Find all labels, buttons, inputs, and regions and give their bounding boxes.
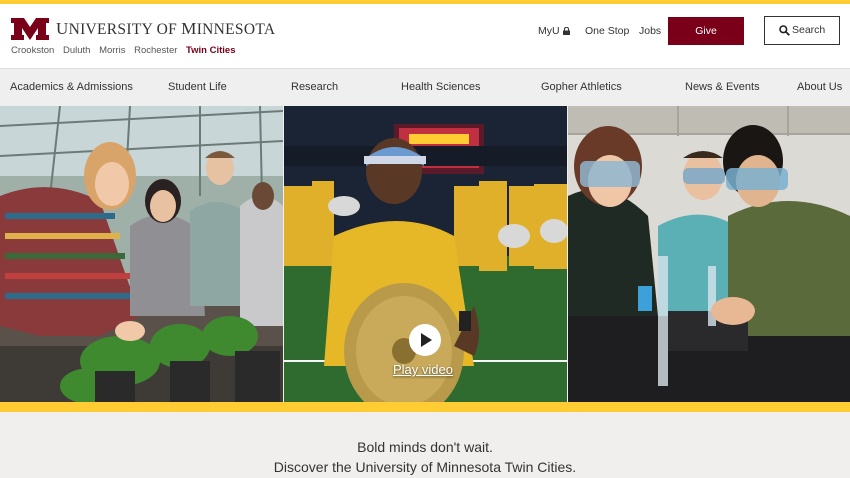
nav-news-events[interactable]: News & Events: [685, 81, 760, 93]
one-stop-link[interactable]: One Stop: [585, 25, 629, 37]
nav-gopher-athletics[interactable]: Gopher Athletics: [541, 81, 622, 93]
block-m-logo[interactable]: [11, 18, 49, 40]
wordmark-initial-u: U: [56, 19, 69, 38]
tagline-line-2: Discover the University of Minnesota Twi…: [273, 459, 577, 475]
myu-link[interactable]: MyU: [538, 25, 570, 37]
myu-label: MyU: [538, 25, 560, 37]
nav-health-sciences[interactable]: Health Sciences: [401, 81, 481, 93]
campus-link-twin-cities[interactable]: Twin Cities: [186, 45, 235, 56]
give-button[interactable]: Give: [668, 17, 744, 45]
campus-link-rochester[interactable]: Rochester: [134, 45, 177, 56]
university-wordmark[interactable]: UNIVERSITY OF MINNESOTA: [56, 19, 275, 39]
search-label: Search: [792, 24, 826, 36]
nav-student-life[interactable]: Student Life: [168, 81, 227, 93]
gold-accent-bar-bottom: [0, 402, 850, 412]
campus-link-crookston[interactable]: Crookston: [11, 45, 54, 56]
wordmark-initial-m: M: [181, 19, 197, 38]
site-header: UNIVERSITY OF MINNESOTA Crookston Duluth…: [0, 4, 850, 68]
campus-link-morris[interactable]: Morris: [99, 45, 125, 56]
campus-link-duluth[interactable]: Duluth: [63, 45, 90, 56]
tagline-line-1: Bold minds don't wait.: [357, 439, 493, 455]
wordmark-part-2: INNESOTA: [196, 21, 276, 38]
nav-academics-admissions[interactable]: Academics & Admissions: [10, 81, 133, 93]
hero-photo-lab-students: [568, 106, 850, 402]
jobs-link[interactable]: Jobs: [639, 25, 661, 37]
play-video-link[interactable]: Play video: [393, 362, 453, 377]
hero-photo-marching-band: Play video: [284, 106, 567, 402]
play-video-overlay: Play video: [284, 106, 567, 402]
nav-about-us[interactable]: About Us: [797, 81, 842, 93]
search-button[interactable]: Search: [764, 16, 840, 45]
tagline: Bold minds don't wait. Discover the Univ…: [0, 437, 850, 477]
search-icon: [779, 25, 790, 36]
lock-icon: [562, 27, 570, 35]
wordmark-part-1: NIVERSITY OF: [68, 21, 182, 38]
main-navigation: Academics & Admissions Student Life Rese…: [0, 68, 850, 106]
play-icon[interactable]: [409, 324, 441, 356]
hero-images: Play video: [0, 106, 850, 402]
nav-research[interactable]: Research: [291, 81, 338, 93]
campus-links: Crookston Duluth Morris Rochester Twin C…: [11, 45, 242, 56]
hero-photo-greenhouse: [0, 106, 283, 402]
